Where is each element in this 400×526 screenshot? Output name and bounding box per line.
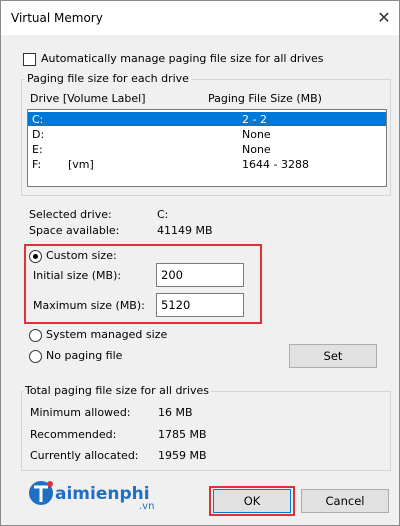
- paging-file-group-label: Paging file size for each drive: [25, 72, 191, 85]
- auto-manage-checkbox[interactable]: [23, 53, 36, 66]
- total-paging-group-label: Total paging file size for all drives: [23, 384, 212, 397]
- space-available-value: 41149 MB: [157, 224, 213, 237]
- drive-row-c[interactable]: C: 2 - 2: [28, 112, 386, 126]
- drive-letter: D:: [32, 128, 45, 141]
- virtual-memory-dialog: Virtual Memory ✕ Automatically manage pa…: [0, 0, 400, 526]
- drive-letter: C:: [32, 113, 44, 126]
- selected-drive-value: C:: [157, 208, 169, 221]
- drive-letter: E:: [32, 143, 43, 156]
- no-paging-radio[interactable]: [29, 350, 42, 363]
- drive-size: 2 - 2: [242, 113, 267, 126]
- cancel-button[interactable]: Cancel: [301, 489, 389, 513]
- drive-volume: [vm]: [68, 158, 94, 171]
- recommended-value: 1785 MB: [158, 428, 207, 441]
- size-column-header: Paging File Size (MB): [208, 92, 322, 105]
- logo-graphic: aimienphi .vn: [29, 481, 154, 512]
- auto-manage-label[interactable]: Automatically manage paging file size fo…: [41, 52, 324, 65]
- drive-row-d[interactable]: D: None: [28, 127, 386, 141]
- recommended-label: Recommended:: [30, 428, 117, 441]
- currently-allocated-value: 1959 MB: [158, 449, 207, 462]
- drive-column-header: Drive [Volume Label]: [30, 92, 146, 105]
- title-bar: Virtual Memory ✕: [1, 1, 399, 35]
- svg-text:aimienphi: aimienphi: [55, 484, 150, 504]
- drive-size: 1644 - 3288: [242, 158, 309, 171]
- currently-allocated-label: Currently allocated:: [30, 449, 139, 462]
- drive-list[interactable]: C: 2 - 2 D: None E: None F: [vm] 1644 - …: [27, 109, 387, 187]
- taimienphi-logo: aimienphi .vn: [27, 475, 177, 515]
- no-paging-label[interactable]: No paging file: [46, 349, 122, 362]
- svg-text:.vn: .vn: [139, 501, 154, 512]
- set-button[interactable]: Set: [289, 344, 377, 368]
- drive-size: None: [242, 143, 271, 156]
- minimum-allowed-value: 16 MB: [158, 406, 193, 419]
- drive-row-e[interactable]: E: None: [28, 142, 386, 156]
- drive-letter: F:: [32, 158, 42, 171]
- space-available-label: Space available:: [29, 224, 120, 237]
- close-icon[interactable]: ✕: [373, 7, 395, 29]
- custom-size-highlight: [24, 244, 262, 324]
- ok-button-highlight: [209, 486, 295, 516]
- drive-row-f[interactable]: F: [vm] 1644 - 3288: [28, 157, 386, 171]
- window-title: Virtual Memory: [11, 11, 103, 25]
- system-managed-label[interactable]: System managed size: [46, 328, 167, 341]
- system-managed-radio[interactable]: [29, 329, 42, 342]
- selected-drive-label: Selected drive:: [29, 208, 112, 221]
- minimum-allowed-label: Minimum allowed:: [30, 406, 131, 419]
- drive-size: None: [242, 128, 271, 141]
